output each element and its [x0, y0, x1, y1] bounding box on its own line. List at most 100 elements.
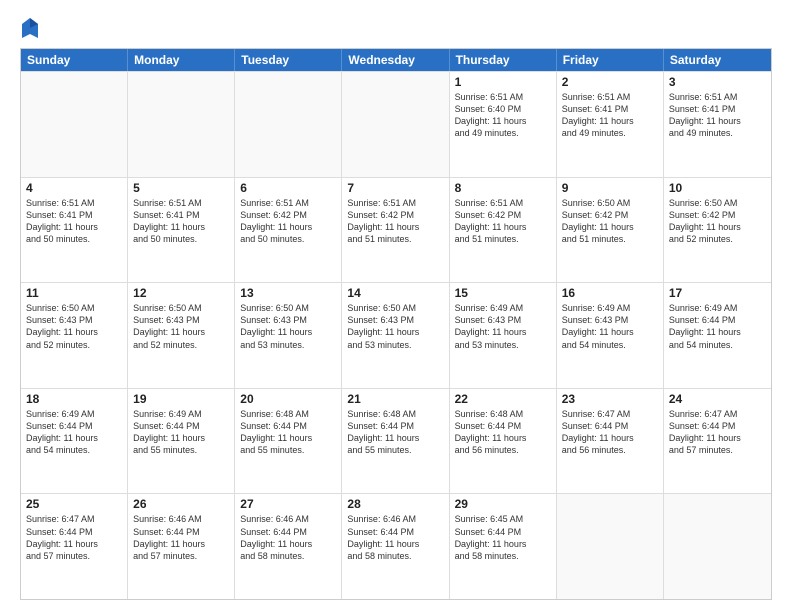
- day-number: 23: [562, 392, 658, 406]
- day-number: 19: [133, 392, 229, 406]
- day-number: 22: [455, 392, 551, 406]
- day-number: 29: [455, 497, 551, 511]
- calendar-day-cell: 8 Sunrise: 6:51 AM Sunset: 6:42 PM Daylig…: [450, 178, 557, 283]
- day-number: 26: [133, 497, 229, 511]
- calendar-day-cell: 15 Sunrise: 6:49 AM Sunset: 6:43 PM Dayli…: [450, 283, 557, 388]
- weekday-header: Tuesday: [235, 49, 342, 71]
- weekday-header: Monday: [128, 49, 235, 71]
- day-number: 25: [26, 497, 122, 511]
- day-detail: Sunrise: 6:48 AM Sunset: 6:44 PM Dayligh…: [455, 408, 551, 457]
- calendar-day-cell: 21 Sunrise: 6:48 AM Sunset: 6:44 PM Dayli…: [342, 389, 449, 494]
- calendar-day-cell: 11 Sunrise: 6:50 AM Sunset: 6:43 PM Dayli…: [21, 283, 128, 388]
- calendar-empty-cell: [664, 494, 771, 599]
- calendar-day-cell: 1 Sunrise: 6:51 AM Sunset: 6:40 PM Daylig…: [450, 72, 557, 177]
- day-detail: Sunrise: 6:49 AM Sunset: 6:43 PM Dayligh…: [455, 302, 551, 351]
- day-number: 18: [26, 392, 122, 406]
- calendar-day-cell: 4 Sunrise: 6:51 AM Sunset: 6:41 PM Daylig…: [21, 178, 128, 283]
- day-detail: Sunrise: 6:50 AM Sunset: 6:43 PM Dayligh…: [240, 302, 336, 351]
- day-number: 6: [240, 181, 336, 195]
- day-detail: Sunrise: 6:46 AM Sunset: 6:44 PM Dayligh…: [133, 513, 229, 562]
- weekday-header: Wednesday: [342, 49, 449, 71]
- day-detail: Sunrise: 6:51 AM Sunset: 6:42 PM Dayligh…: [455, 197, 551, 246]
- day-number: 24: [669, 392, 766, 406]
- day-number: 11: [26, 286, 122, 300]
- day-number: 13: [240, 286, 336, 300]
- day-detail: Sunrise: 6:48 AM Sunset: 6:44 PM Dayligh…: [240, 408, 336, 457]
- day-detail: Sunrise: 6:46 AM Sunset: 6:44 PM Dayligh…: [347, 513, 443, 562]
- calendar-day-cell: 18 Sunrise: 6:49 AM Sunset: 6:44 PM Dayli…: [21, 389, 128, 494]
- day-number: 17: [669, 286, 766, 300]
- calendar-row: 1 Sunrise: 6:51 AM Sunset: 6:40 PM Daylig…: [21, 71, 771, 177]
- day-detail: Sunrise: 6:48 AM Sunset: 6:44 PM Dayligh…: [347, 408, 443, 457]
- day-detail: Sunrise: 6:47 AM Sunset: 6:44 PM Dayligh…: [562, 408, 658, 457]
- day-number: 7: [347, 181, 443, 195]
- weekday-header: Saturday: [664, 49, 771, 71]
- calendar-day-cell: 9 Sunrise: 6:50 AM Sunset: 6:42 PM Daylig…: [557, 178, 664, 283]
- day-detail: Sunrise: 6:51 AM Sunset: 6:41 PM Dayligh…: [133, 197, 229, 246]
- day-number: 2: [562, 75, 658, 89]
- day-number: 12: [133, 286, 229, 300]
- calendar-day-cell: 16 Sunrise: 6:49 AM Sunset: 6:43 PM Dayli…: [557, 283, 664, 388]
- calendar-day-cell: 2Sunrise: 6:51 AM Sunset: 6:41 PM Daylig…: [557, 72, 664, 177]
- header: [20, 16, 772, 40]
- calendar-day-cell: 20Sunrise: 6:48 AM Sunset: 6:44 PM Dayli…: [235, 389, 342, 494]
- calendar-day-cell: 19 Sunrise: 6:49 AM Sunset: 6:44 PM Dayli…: [128, 389, 235, 494]
- weekday-header: Thursday: [450, 49, 557, 71]
- calendar-day-cell: 23 Sunrise: 6:47 AM Sunset: 6:44 PM Dayli…: [557, 389, 664, 494]
- calendar-day-cell: 12 Sunrise: 6:50 AM Sunset: 6:43 PM Dayli…: [128, 283, 235, 388]
- day-detail: Sunrise: 6:51 AM Sunset: 6:42 PM Dayligh…: [240, 197, 336, 246]
- day-number: 10: [669, 181, 766, 195]
- day-number: 9: [562, 181, 658, 195]
- calendar-day-cell: 26 Sunrise: 6:46 AM Sunset: 6:44 PM Dayli…: [128, 494, 235, 599]
- calendar: SundayMondayTuesdayWednesdayThursdayFrid…: [20, 48, 772, 600]
- day-detail: Sunrise: 6:49 AM Sunset: 6:44 PM Dayligh…: [26, 408, 122, 457]
- logo: [20, 16, 44, 40]
- day-number: 4: [26, 181, 122, 195]
- weekday-header: Friday: [557, 49, 664, 71]
- calendar-day-cell: 28 Sunrise: 6:46 AM Sunset: 6:44 PM Dayli…: [342, 494, 449, 599]
- day-number: 1: [455, 75, 551, 89]
- day-number: 28: [347, 497, 443, 511]
- day-number: 5: [133, 181, 229, 195]
- calendar-row: 11 Sunrise: 6:50 AM Sunset: 6:43 PM Dayli…: [21, 282, 771, 388]
- day-detail: Sunrise: 6:50 AM Sunset: 6:43 PM Dayligh…: [26, 302, 122, 351]
- calendar-day-cell: 25 Sunrise: 6:47 AM Sunset: 6:44 PM Dayli…: [21, 494, 128, 599]
- day-detail: Sunrise: 6:50 AM Sunset: 6:42 PM Dayligh…: [562, 197, 658, 246]
- day-detail: Sunrise: 6:47 AM Sunset: 6:44 PM Dayligh…: [26, 513, 122, 562]
- calendar-empty-cell: [342, 72, 449, 177]
- calendar-empty-cell: [235, 72, 342, 177]
- calendar-day-cell: 27Sunrise: 6:46 AM Sunset: 6:44 PM Dayli…: [235, 494, 342, 599]
- day-number: 3: [669, 75, 766, 89]
- calendar-row: 18 Sunrise: 6:49 AM Sunset: 6:44 PM Dayli…: [21, 388, 771, 494]
- day-number: 15: [455, 286, 551, 300]
- weekday-header: Sunday: [21, 49, 128, 71]
- day-number: 16: [562, 286, 658, 300]
- day-detail: Sunrise: 6:47 AM Sunset: 6:44 PM Dayligh…: [669, 408, 766, 457]
- day-detail: Sunrise: 6:49 AM Sunset: 6:44 PM Dayligh…: [133, 408, 229, 457]
- calendar-body: 1 Sunrise: 6:51 AM Sunset: 6:40 PM Daylig…: [21, 71, 771, 599]
- day-detail: Sunrise: 6:46 AM Sunset: 6:44 PM Dayligh…: [240, 513, 336, 562]
- day-detail: Sunrise: 6:50 AM Sunset: 6:42 PM Dayligh…: [669, 197, 766, 246]
- logo-icon: [20, 16, 40, 40]
- calendar-row: 4 Sunrise: 6:51 AM Sunset: 6:41 PM Daylig…: [21, 177, 771, 283]
- calendar-day-cell: 10 Sunrise: 6:50 AM Sunset: 6:42 PM Dayli…: [664, 178, 771, 283]
- calendar-day-cell: 3 Sunrise: 6:51 AM Sunset: 6:41 PM Daylig…: [664, 72, 771, 177]
- calendar-day-cell: 17Sunrise: 6:49 AM Sunset: 6:44 PM Dayli…: [664, 283, 771, 388]
- day-number: 21: [347, 392, 443, 406]
- day-detail: Sunrise: 6:49 AM Sunset: 6:43 PM Dayligh…: [562, 302, 658, 351]
- day-detail: Sunrise: 6:51 AM Sunset: 6:41 PM Dayligh…: [669, 91, 766, 140]
- calendar-row: 25 Sunrise: 6:47 AM Sunset: 6:44 PM Dayli…: [21, 493, 771, 599]
- day-detail: Sunrise: 6:50 AM Sunset: 6:43 PM Dayligh…: [133, 302, 229, 351]
- calendar-empty-cell: [128, 72, 235, 177]
- calendar-day-cell: 24 Sunrise: 6:47 AM Sunset: 6:44 PM Dayli…: [664, 389, 771, 494]
- calendar-empty-cell: [557, 494, 664, 599]
- calendar-day-cell: 14Sunrise: 6:50 AM Sunset: 6:43 PM Dayli…: [342, 283, 449, 388]
- calendar-empty-cell: [21, 72, 128, 177]
- day-number: 8: [455, 181, 551, 195]
- calendar-day-cell: 29Sunrise: 6:45 AM Sunset: 6:44 PM Dayli…: [450, 494, 557, 599]
- day-detail: Sunrise: 6:51 AM Sunset: 6:41 PM Dayligh…: [26, 197, 122, 246]
- page: SundayMondayTuesdayWednesdayThursdayFrid…: [0, 0, 792, 612]
- day-detail: Sunrise: 6:50 AM Sunset: 6:43 PM Dayligh…: [347, 302, 443, 351]
- day-detail: Sunrise: 6:51 AM Sunset: 6:42 PM Dayligh…: [347, 197, 443, 246]
- day-detail: Sunrise: 6:51 AM Sunset: 6:40 PM Dayligh…: [455, 91, 551, 140]
